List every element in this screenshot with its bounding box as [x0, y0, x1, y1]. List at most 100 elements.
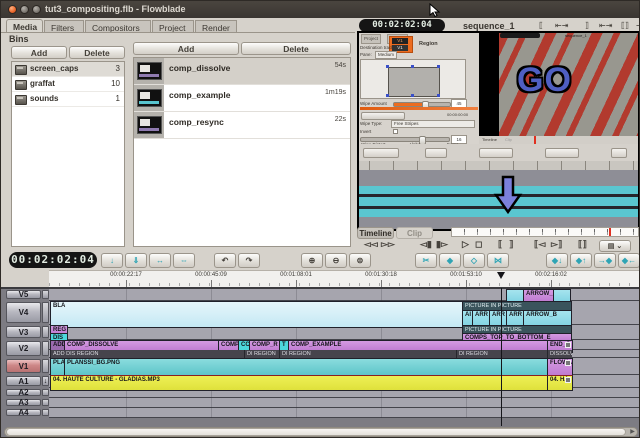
- track-indicator-a1[interactable]: ↓: [42, 376, 49, 386]
- monitor-view-select[interactable]: ▤ ⌄: [599, 240, 631, 252]
- splice-out-button[interactable]: ◆: [439, 253, 461, 268]
- overwrite-clip-button[interactable]: ⇓: [125, 253, 147, 268]
- next-frame-button[interactable]: ▮▻: [436, 239, 448, 250]
- sequence-name: sequence_1: [463, 21, 515, 31]
- prev-frame-button[interactable]: ◅▮: [420, 239, 432, 250]
- sequence-split-button[interactable]: ◆←: [618, 253, 640, 268]
- track-head-a2[interactable]: A2: [6, 389, 41, 396]
- capture-mini-clip-button: Clip: [505, 137, 512, 142]
- cut-button[interactable]: ✂: [415, 253, 437, 268]
- bin-name: screen_caps: [30, 64, 78, 73]
- track-head-a1[interactable]: A1: [6, 376, 41, 386]
- monitor-out-range-button[interactable]: ⇤⇥: [599, 21, 612, 30]
- track-head-v4[interactable]: V4: [6, 302, 41, 323]
- media-file-duration: 22s: [335, 116, 346, 123]
- bin-icon: [15, 95, 27, 105]
- bin-name: sounds: [30, 94, 58, 103]
- timeline-clip[interactable]: BLA: [50, 301, 466, 328]
- media-file-row[interactable]: comp_dissolve54s: [134, 58, 350, 85]
- track-indicator-a4[interactable]: [42, 409, 49, 416]
- media-list: comp_dissolve54scomp_example1m19scomp_re…: [133, 57, 351, 247]
- close-button[interactable]: [8, 5, 17, 14]
- window-title: tut3_compositing.flb - Flowblade: [45, 4, 186, 14]
- track-head-v3[interactable]: V3: [6, 326, 41, 338]
- to-previous-edit-button[interactable]: ◅◅: [364, 239, 378, 250]
- bin-row[interactable]: sounds1: [12, 92, 124, 107]
- playhead-marker[interactable]: [497, 272, 505, 279]
- overwrite-range-button[interactable]: ↓: [101, 253, 123, 268]
- ruler-label: 00:01:53:10: [450, 272, 482, 278]
- track-head-v1[interactable]: V1: [6, 359, 41, 373]
- ruler-label: 00:01:30:18: [365, 272, 397, 278]
- track-indicator-v3[interactable]: [42, 326, 49, 338]
- monitor-out-button[interactable]: ⟧: [585, 21, 589, 30]
- to-next-edit-button[interactable]: ▻▻: [381, 239, 395, 250]
- play-button[interactable]: ▷: [462, 239, 469, 250]
- track-indicator-v4[interactable]: [42, 302, 49, 323]
- bins-delete-button[interactable]: Delete: [69, 46, 125, 59]
- undo-button[interactable]: ↶: [214, 253, 236, 268]
- insert-clip-button[interactable]: ↔: [149, 253, 171, 268]
- split-audio-button[interactable]: ◆↑: [570, 253, 592, 268]
- track-indicator-a2[interactable]: [42, 389, 49, 396]
- bins-label: Bins: [9, 34, 29, 44]
- bin-row[interactable]: screen_caps 3: [12, 62, 124, 77]
- maximize-button[interactable]: [32, 5, 41, 14]
- timeline-scrollbar-handle[interactable]: [6, 428, 626, 436]
- stop-button[interactable]: ◻: [475, 239, 482, 250]
- redo-button[interactable]: ↷: [238, 253, 260, 268]
- track-indicator-v1[interactable]: [42, 359, 49, 373]
- monitor-in-button[interactable]: ⟦: [539, 21, 543, 30]
- timeline-clip[interactable]: 04. HAUTE CULTURE - GLADIAS.MP3: [50, 375, 551, 391]
- media-file-name: comp_dissolve: [169, 63, 230, 73]
- mark-out-button[interactable]: ⟧: [509, 239, 513, 250]
- bin-count: 3: [116, 64, 120, 73]
- timeline-mode-button[interactable]: Timeline: [357, 227, 394, 239]
- to-mark-in-button[interactable]: ⟦◅: [534, 239, 545, 250]
- marks-clear-button[interactable]: ⟦⟧: [578, 239, 587, 250]
- scrollbar-right-arrow[interactable]: ▶: [628, 428, 637, 436]
- media-add-button[interactable]: Add: [133, 42, 239, 55]
- track-indicator-v2[interactable]: [42, 341, 49, 356]
- track-head-a3[interactable]: A3: [6, 399, 41, 406]
- clip-monitor-button[interactable]: →◆: [594, 253, 616, 268]
- append-clip-button[interactable]: ⇔: [173, 253, 195, 268]
- ruler-label: 00:02:16:02: [535, 272, 567, 278]
- track-head-a4[interactable]: A4: [6, 409, 41, 416]
- media-file-row[interactable]: comp_resync 22s: [134, 112, 350, 139]
- tab-media[interactable]: Media: [6, 19, 43, 33]
- zoom-in-button[interactable]: ⊕: [301, 253, 323, 268]
- monitor-range-button[interactable]: ⇥: [636, 21, 640, 30]
- monitor-scrub-bar[interactable]: [451, 227, 639, 237]
- lift-button[interactable]: ◇: [463, 253, 485, 268]
- zoom-out-button[interactable]: ⊖: [325, 253, 347, 268]
- track-head-v5[interactable]: V5: [6, 290, 41, 299]
- to-mark-out-button[interactable]: ▻⟧: [551, 239, 562, 250]
- capture-progress-strip: [360, 107, 478, 110]
- minimize-button[interactable]: [20, 5, 29, 14]
- track-indicator-a3[interactable]: [42, 399, 49, 406]
- media-file-name: comp_example: [169, 90, 230, 100]
- monitor-marks-button[interactable]: ⟦⟧: [621, 21, 629, 30]
- media-delete-button[interactable]: Delete: [241, 42, 351, 55]
- playhead-line[interactable]: [501, 288, 502, 426]
- bins-add-button[interactable]: Add: [11, 46, 67, 59]
- ruler-label: 00:00:45:09: [195, 272, 227, 278]
- media-thumbnail: [137, 116, 162, 134]
- range-delete-button[interactable]: ⋈: [487, 253, 509, 268]
- resync-button[interactable]: ◆↓: [546, 253, 568, 268]
- clip-mode-button[interactable]: Clip: [396, 227, 433, 239]
- monitor-in-range-button[interactable]: ⇤⇥: [555, 21, 568, 30]
- capture-timecode: 00:00:00:00: [447, 112, 468, 117]
- zoom-fit-button[interactable]: ⊜: [349, 253, 371, 268]
- timeline-clip[interactable]: 04. HA: [547, 375, 573, 391]
- track-indicator-v5[interactable]: [42, 290, 49, 299]
- media-file-row[interactable]: comp_example1m19s: [134, 85, 350, 112]
- capture-mini-transport: [361, 112, 405, 120]
- bin-row[interactable]: graffat10: [12, 77, 124, 92]
- timeline-ruler[interactable]: 00:00:22:1700:00:45:0900:01:08:0100:01:3…: [49, 270, 639, 287]
- track-head-v2[interactable]: V2: [6, 341, 41, 356]
- media-file-name: comp_resync: [169, 117, 224, 127]
- capture-tab-project: Project: [361, 34, 381, 44]
- mark-in-button[interactable]: ⟦: [498, 239, 502, 250]
